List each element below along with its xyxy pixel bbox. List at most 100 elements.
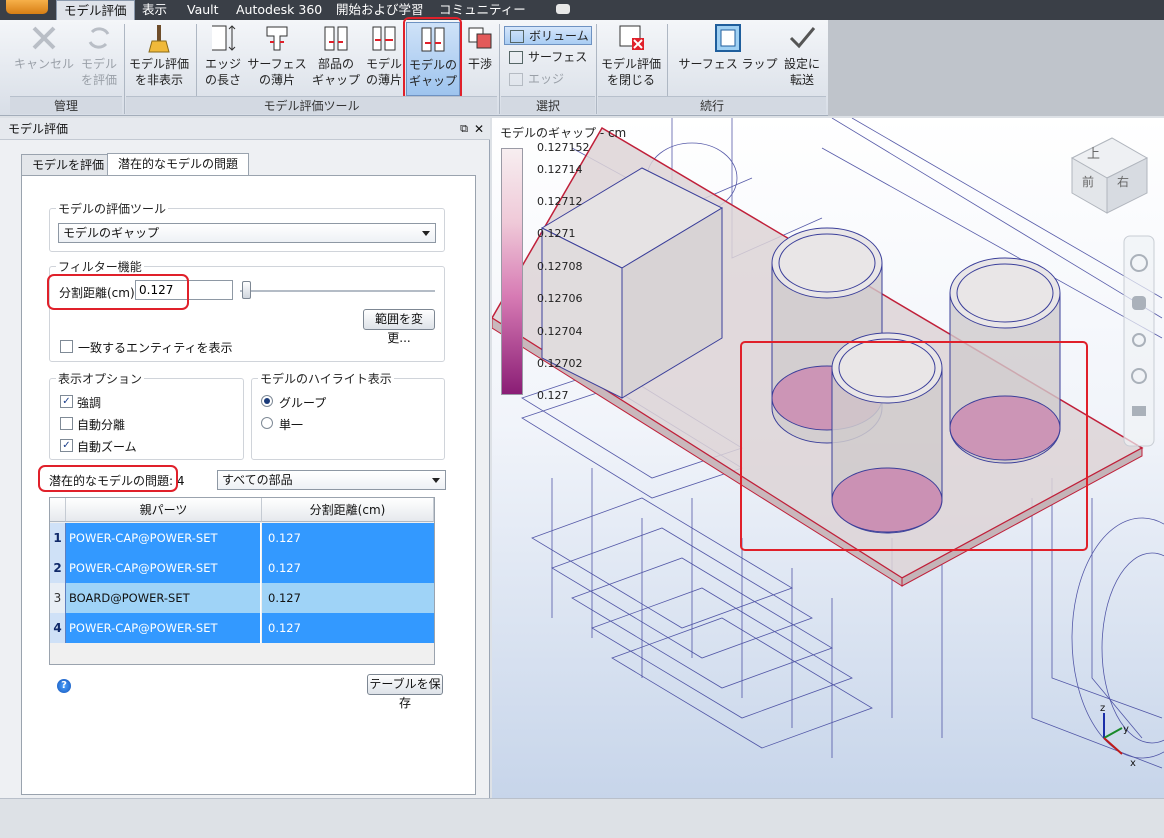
- close-evaluation-icon: [619, 25, 644, 50]
- panel-title: モデル評価: [8, 122, 69, 136]
- save-table-button[interactable]: テーブルを保存: [367, 674, 443, 710]
- cancel-button[interactable]: キャンセル: [12, 22, 76, 96]
- tab-potential-issues[interactable]: 潜在的なモデルの問題: [107, 153, 250, 175]
- close-panel-icon[interactable]: ✕: [474, 118, 484, 140]
- axis-x-label: x: [1130, 758, 1136, 769]
- application-menu-button[interactable]: [6, 0, 48, 14]
- select-surface-button[interactable]: サーフェス: [504, 48, 592, 67]
- ribbon-empty-area: [828, 20, 1164, 116]
- model-wireframe-drawing: [492, 118, 1164, 769]
- group-label-continue: 続行: [598, 96, 826, 114]
- edge-length-icon: [212, 25, 236, 51]
- surface-thin-icon: [266, 26, 288, 51]
- close-evaluation-button[interactable]: モデル評価 を閉じる: [598, 22, 664, 96]
- surface-thin-button[interactable]: サーフェス の薄片: [246, 22, 308, 96]
- hide-evaluation-button[interactable]: モデル評価 を非表示: [126, 22, 192, 96]
- split-distance-slider-thumb[interactable]: [242, 281, 251, 299]
- interference-button[interactable]: 干渉: [463, 22, 497, 96]
- highlight-group-radio[interactable]: [261, 395, 273, 407]
- group-label-manage: 管理: [10, 96, 122, 114]
- select-volume-button[interactable]: ボリューム: [504, 26, 592, 45]
- table-row[interactable]: 3 BOARD@POWER-SET 0.127: [50, 583, 434, 613]
- auto-zoom-label: 自動ズーム: [77, 440, 137, 454]
- viewcube-front-label[interactable]: 前: [1082, 173, 1094, 190]
- column-header-parent-part[interactable]: 親パーツ: [66, 498, 262, 522]
- legend-tick: 0.12704: [537, 325, 583, 338]
- volume-select-icon: [510, 30, 524, 43]
- legend-tick: 0.12702: [537, 357, 583, 370]
- axis-y-label: y: [1123, 724, 1129, 735]
- ribbon-tab-bar: モデル評価 表示 Vault Autodesk 360 開始および学習 コミュニ…: [0, 0, 1164, 20]
- change-range-button[interactable]: 範囲を変更...: [363, 309, 435, 345]
- ribbon-options-icon[interactable]: [556, 4, 570, 14]
- checkmark-icon: [789, 27, 816, 49]
- float-panel-icon[interactable]: ⧉: [460, 118, 468, 140]
- transfer-to-settings-button[interactable]: 設定に 転送: [783, 22, 821, 96]
- group-label-tools: モデル評価ツール: [126, 96, 497, 114]
- issues-table: 親パーツ 分割距離(cm) 1 POWER-CAP@POWER-SET 0.12…: [49, 497, 435, 665]
- emphasize-checkbox[interactable]: ✓: [60, 395, 73, 408]
- column-header-split-distance[interactable]: 分割距離(cm): [262, 498, 434, 522]
- highlight-group-label: グループ: [279, 396, 327, 410]
- model-thin-icon: [372, 26, 396, 51]
- highlight-single-label: 単一: [279, 418, 304, 432]
- edge-length-button[interactable]: エッジ の長さ: [201, 22, 245, 96]
- part-gap-icon: [324, 26, 348, 51]
- legend-tick: 0.12708: [537, 260, 583, 273]
- table-row[interactable]: 4 POWER-CAP@POWER-SET 0.127: [50, 613, 434, 643]
- issues-count-highlight-box: [38, 465, 178, 492]
- emphasize-label: 強調: [77, 396, 102, 410]
- legend-tick: 0.12706: [537, 292, 583, 305]
- chevron-down-icon: [422, 231, 430, 236]
- parts-filter-select[interactable]: すべての部品: [217, 470, 446, 490]
- surface-wrap-button[interactable]: サーフェス ラップ: [674, 22, 782, 96]
- tab-vault[interactable]: Vault: [180, 0, 226, 20]
- ribbon-separator: [499, 24, 500, 114]
- legend-tick: 0.127152: [537, 141, 590, 154]
- table-row[interactable]: 2 POWER-CAP@POWER-SET 0.127: [50, 553, 434, 583]
- status-bar: [0, 798, 1164, 838]
- model-gap-highlight-box: [403, 17, 462, 101]
- help-icon[interactable]: ?: [57, 679, 71, 693]
- gap-color-legend-bar: [501, 148, 523, 395]
- auto-zoom-checkbox[interactable]: ✓: [60, 439, 73, 452]
- viewcube-top-label[interactable]: 上: [1087, 143, 1100, 162]
- highlight-single-radio[interactable]: [261, 417, 273, 429]
- refresh-icon: [88, 27, 110, 49]
- filter-legend: フィルター機能: [56, 258, 144, 275]
- ribbon-separator: [124, 24, 125, 114]
- evaluate-model-button[interactable]: モデル を評価: [78, 22, 120, 96]
- model-thin-button[interactable]: モデル の薄片: [363, 22, 405, 96]
- 3d-viewport[interactable]: 上 前 右 z y x: [492, 118, 1164, 798]
- display-options-legend: 表示オプション: [56, 370, 145, 387]
- chevron-down-icon: [432, 478, 440, 483]
- auto-isolate-checkbox[interactable]: [60, 417, 73, 430]
- edge-select-icon: [509, 73, 523, 86]
- cancel-x-icon: [32, 26, 56, 50]
- evaluation-tool-legend: モデルの評価ツール: [56, 200, 169, 217]
- tab-evaluate-model[interactable]: モデルを評価: [21, 154, 116, 175]
- interference-icon: [468, 27, 492, 49]
- legend-tick: 0.12712: [537, 195, 583, 208]
- legend-tick: 0.1271: [537, 227, 576, 240]
- show-matching-checkbox[interactable]: [60, 340, 73, 353]
- surface-wrap-icon: [715, 24, 741, 52]
- model-evaluation-panel: モデル評価 ⧉ ✕ モデルを評価 潜在的なモデルの問題 モデルの評価ツール モデ…: [0, 118, 490, 798]
- evaluation-tool-select[interactable]: モデルのギャップ: [58, 223, 436, 243]
- highlight-legend: モデルのハイライト表示: [258, 370, 394, 387]
- tab-autodesk-360[interactable]: Autodesk 360: [229, 0, 329, 20]
- table-corner: [50, 498, 66, 522]
- ribbon-separator: [596, 24, 597, 114]
- split-distance-slider-track: [240, 290, 435, 292]
- broom-icon: [148, 25, 170, 53]
- legend-tick: 0.12714: [537, 163, 583, 176]
- part-gap-button[interactable]: 部品の ギャップ: [310, 22, 362, 96]
- tab-model-evaluation[interactable]: モデル評価: [56, 0, 135, 20]
- surface-select-icon: [509, 51, 523, 64]
- table-row[interactable]: 1 POWER-CAP@POWER-SET 0.127: [50, 523, 434, 553]
- viewcube-right-label[interactable]: 右: [1117, 173, 1129, 190]
- tab-view[interactable]: 表示: [135, 0, 174, 20]
- select-edge-button[interactable]: エッジ: [504, 70, 592, 89]
- legend-title: モデルのギャップ - cm: [500, 126, 627, 140]
- split-distance-highlight-box: [47, 274, 189, 310]
